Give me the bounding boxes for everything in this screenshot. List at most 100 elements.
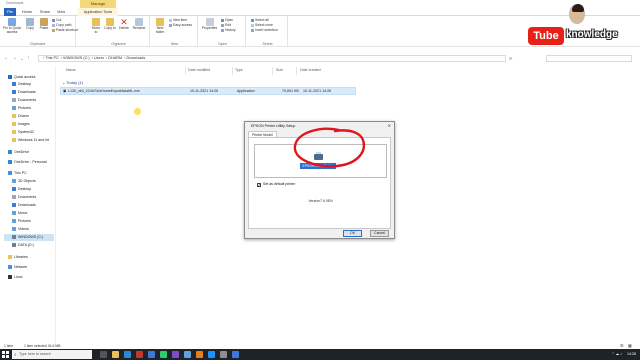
refresh-icon[interactable]: ⟳ xyxy=(509,55,512,62)
task-view-icon[interactable] xyxy=(100,351,107,358)
history-button[interactable]: History xyxy=(221,28,236,32)
column-divider[interactable] xyxy=(185,67,186,75)
nav-pc-pictures[interactable]: Pictures xyxy=(12,218,31,225)
breadcrumb-users[interactable]: Users xyxy=(94,56,104,60)
nav-quick-access[interactable]: Quick access xyxy=(8,74,35,81)
rename-button[interactable]: Rename xyxy=(132,18,146,31)
nav-label: Libraries xyxy=(14,255,28,259)
copy-to-button[interactable]: Copy to xyxy=(104,18,116,31)
copy-button[interactable]: Copy xyxy=(24,18,36,31)
nav-system32[interactable]: System32 xyxy=(12,129,34,136)
download-icon xyxy=(12,90,16,94)
group-header-today[interactable]: ⌄ Today (1) xyxy=(62,80,83,85)
breadcrumb-downloads[interactable]: Downloads xyxy=(127,56,146,60)
default-printer-checkbox[interactable]: ✓ Set as default printer xyxy=(257,182,295,187)
pin-quick-access-button[interactable]: Pin to Quick access xyxy=(2,18,22,35)
address-bar[interactable]: › This PC › WINDOWS (C:) › Users › DHARM › D… xyxy=(38,55,506,62)
nav-onedrive-personal[interactable]: OneDrive - Personal xyxy=(8,159,47,166)
nav-documents[interactable]: Documents xyxy=(12,97,36,104)
taskbar-search-input[interactable]: Type here to search xyxy=(12,350,92,359)
invert-selection-button[interactable]: Invert selection xyxy=(251,28,278,32)
file-explorer-icon[interactable] xyxy=(112,351,119,358)
nav-3d-objects[interactable]: 3D Objects xyxy=(12,178,36,185)
column-header-date-modified[interactable]: Date modified xyxy=(188,68,210,72)
app-icon-8[interactable] xyxy=(220,351,227,358)
table-row[interactable]: ▣ L130_x64_224USUsHomeExportAsiaML.exe 1… xyxy=(60,87,356,95)
nav-libraries[interactable]: Libraries xyxy=(8,254,28,261)
nav-this-pc[interactable]: This PC xyxy=(8,170,27,177)
nav-downloads[interactable]: Downloads xyxy=(12,89,36,96)
column-header-type[interactable]: Type xyxy=(235,68,243,72)
forward-arrow-icon[interactable]: → xyxy=(12,55,17,62)
app-icon-7[interactable] xyxy=(208,351,215,358)
new-folder-button[interactable]: New folder xyxy=(153,18,167,35)
delete-button[interactable]: ✕ Delete xyxy=(118,18,130,31)
nav-pc-documents[interactable]: Documents xyxy=(12,194,36,201)
tab-file[interactable]: File xyxy=(4,8,16,16)
column-header-name[interactable]: Name xyxy=(66,68,76,72)
select-all-button[interactable]: Select all xyxy=(251,18,269,22)
ok-button[interactable]: OK xyxy=(343,230,362,237)
edit-button[interactable]: Edit xyxy=(221,23,231,27)
recent-chevron-icon[interactable]: ⌄ xyxy=(20,55,23,62)
app-icon-2[interactable] xyxy=(148,351,155,358)
app-icon-3[interactable] xyxy=(160,351,167,358)
paste-button[interactable]: Paste xyxy=(38,18,50,31)
breadcrumb-this-pc[interactable]: This PC xyxy=(45,56,59,60)
new-item-button[interactable]: New item xyxy=(169,18,187,22)
column-divider[interactable] xyxy=(232,67,233,75)
copy-path-label: Copy path xyxy=(56,23,72,27)
nav-images[interactable]: Images xyxy=(12,121,30,128)
nav-data-d[interactable]: DATA (D:) xyxy=(12,242,34,249)
app-icon-4[interactable] xyxy=(172,351,179,358)
nav-linux[interactable]: Linux xyxy=(8,274,23,281)
clock-time[interactable]: 14:28 xyxy=(627,352,636,356)
nav-windows-c[interactable]: WINDOWS (C:) xyxy=(4,234,54,241)
edge-icon[interactable] xyxy=(124,351,131,358)
nav-dharm[interactable]: Dharm xyxy=(12,113,29,120)
column-divider[interactable] xyxy=(296,67,297,75)
move-to-button[interactable]: Move to xyxy=(90,18,102,35)
tab-view[interactable]: View xyxy=(54,8,68,16)
app-icon-6[interactable] xyxy=(196,351,203,358)
document-icon xyxy=(12,98,16,102)
tray-icons[interactable]: ⌃ ☁ ♪ xyxy=(612,352,622,356)
breadcrumb-windows-c[interactable]: WINDOWS (C:) xyxy=(63,56,90,60)
close-icon[interactable]: ✕ xyxy=(388,123,391,128)
nav-videos[interactable]: Videos xyxy=(12,226,29,233)
nav-network[interactable]: Network xyxy=(8,264,27,271)
easy-access-button[interactable]: Easy access xyxy=(169,23,192,27)
nav-pictures[interactable]: Pictures xyxy=(12,105,31,112)
nav-pc-desktop[interactable]: Desktop xyxy=(12,186,31,193)
delete-label: Delete xyxy=(119,26,129,30)
back-arrow-icon[interactable]: ← xyxy=(4,55,9,62)
cut-button[interactable]: Cut xyxy=(52,18,61,22)
app-icon-1[interactable] xyxy=(136,351,143,358)
nav-onedrive[interactable]: OneDrive xyxy=(8,149,29,156)
search-input[interactable] xyxy=(546,55,632,62)
nav-music[interactable]: Music xyxy=(12,210,27,217)
cancel-button[interactable]: Cancel xyxy=(370,230,389,237)
manage-tab-header[interactable]: Manage xyxy=(80,0,116,8)
nav-desktop[interactable]: Desktop xyxy=(12,81,31,88)
app-icon-9[interactable] xyxy=(232,351,239,358)
column-header-size[interactable]: Size xyxy=(276,68,283,72)
windows-start-icon[interactable] xyxy=(2,351,9,358)
tab-share[interactable]: Share xyxy=(38,8,52,16)
up-arrow-icon[interactable]: ↑ xyxy=(27,55,30,62)
nav-windows11[interactable]: Windows 11 and let xyxy=(12,137,49,144)
select-none-button[interactable]: Select none xyxy=(251,23,273,27)
breadcrumb-dharm[interactable]: DHARM xyxy=(108,56,122,60)
tab-home[interactable]: Home xyxy=(18,8,36,16)
nav-pc-downloads[interactable]: Downloads xyxy=(12,202,36,209)
paste-shortcut-button[interactable]: Paste shortcut xyxy=(52,28,78,32)
column-divider[interactable] xyxy=(272,67,273,75)
tab-application-tools[interactable]: Application Tools xyxy=(78,8,118,16)
nav-label: Quick access xyxy=(14,75,36,79)
copy-path-button[interactable]: Copy path xyxy=(52,23,71,27)
window-title: Downloads xyxy=(6,1,24,5)
column-header-date-created[interactable]: Date created xyxy=(300,68,321,72)
app-icon-5[interactable] xyxy=(184,351,191,358)
open-button[interactable]: Open xyxy=(221,18,233,22)
properties-button[interactable]: Properties xyxy=(201,18,218,31)
